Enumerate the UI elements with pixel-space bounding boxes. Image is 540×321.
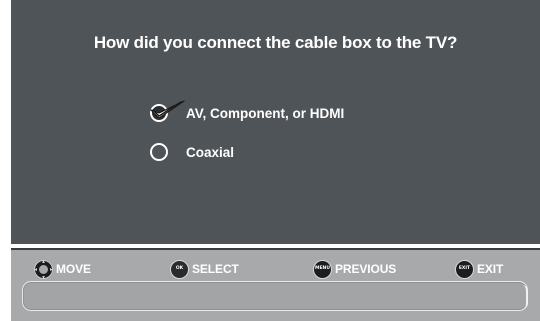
message-area-edge [522,285,528,309]
option-coaxial[interactable]: Coaxial [139,140,234,164]
ok-button-text: OK [175,265,184,271]
checkmark-icon [150,100,185,119]
option-label: AV, Component, or HDMI [186,105,345,121]
setup-dialog-panel: How did you connect the cable box to the… [11,0,540,244]
move-label: MOVE [56,262,91,276]
exit-button-text: EXIT [458,265,471,271]
navigation-hints: MOVE OK SELECT MENU PREVIOUS EXIT EXIT [11,259,540,279]
option-label: Coaxial [186,144,235,160]
exit-button-icon: EXIT [455,259,474,279]
menu-button-text: MENU [315,265,330,271]
screen-margin [0,248,11,321]
navigation-bar: MOVE OK SELECT MENU PREVIOUS EXIT EXIT [11,248,540,321]
radio-unselected [150,143,168,161]
radio-selected [150,100,185,122]
previous-hint[interactable]: MENU PREVIOUS [313,259,396,279]
exit-label: EXIT [477,262,504,276]
ok-button-icon: OK [170,259,189,279]
previous-label: PREVIOUS [335,262,397,276]
dpad-icon [34,259,53,279]
select-hint[interactable]: OK SELECT [170,259,239,279]
message-area [22,281,528,311]
option-av-component-hdmi[interactable]: AV, Component, or HDMI [139,100,345,125]
move-hint[interactable]: MOVE [34,259,91,279]
select-label: SELECT [192,262,239,276]
menu-button-icon: MENU [313,259,332,279]
exit-hint[interactable]: EXIT EXIT [455,259,503,279]
question-text: How did you connect the cable box to the… [93,33,458,52]
